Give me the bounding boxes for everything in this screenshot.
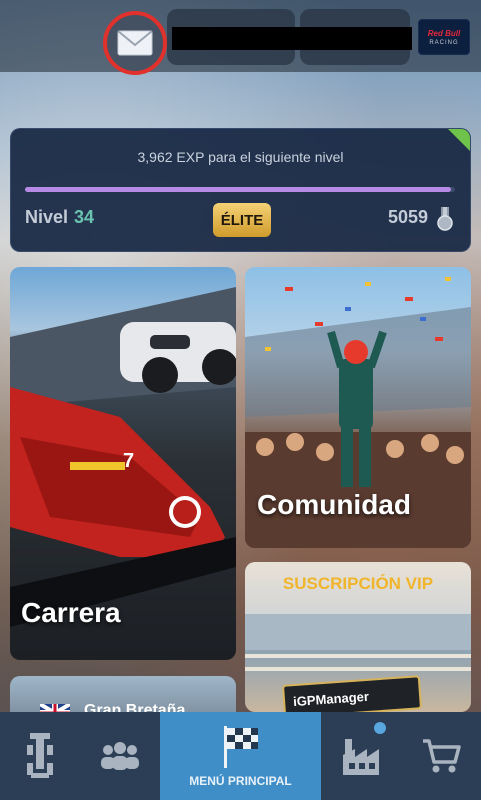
elite-badge[interactable]: ÉLITE <box>213 203 271 237</box>
team-logo-subtext: RACING <box>429 39 459 46</box>
nav-main-label: MENÚ PRINCIPAL <box>189 774 292 788</box>
notification-dot <box>374 722 386 734</box>
community-tile[interactable]: Comunidad <box>245 267 471 548</box>
mail-icon <box>117 30 153 56</box>
people-icon <box>101 742 139 770</box>
vip-title: SUSCRIPCIÓN VIP <box>282 574 434 593</box>
career-title: Carrera <box>21 597 121 628</box>
checkered-flag-icon <box>223 726 258 768</box>
medal-icon <box>437 207 453 231</box>
nav-community[interactable] <box>80 712 160 800</box>
igp-card-brand: iGPManager <box>292 688 370 709</box>
nav-shop[interactable] <box>401 712 481 800</box>
corner-indicator <box>448 129 470 151</box>
career-tile[interactable]: 7 Carrera <box>10 267 236 660</box>
factory-icon <box>343 739 379 775</box>
community-title: Comunidad <box>257 489 411 520</box>
mail-button[interactable] <box>103 11 167 75</box>
nav-facilities[interactable] <box>321 712 401 800</box>
nav-car-setup[interactable] <box>0 712 80 800</box>
nav-main-menu[interactable]: MENÚ PRINCIPAL <box>160 712 321 800</box>
vip-tile[interactable]: SUSCRIPCIÓN VIP iGPManager <box>245 562 471 712</box>
top-bar: Red Bull RACING <box>0 0 481 75</box>
exp-progress-fill <box>25 187 451 192</box>
redacted-username <box>172 27 412 50</box>
team-logo[interactable]: Red Bull RACING <box>418 19 470 55</box>
exp-progress-bar <box>25 187 455 192</box>
shopping-cart-icon <box>423 739 461 773</box>
car-setup-icon <box>27 733 53 778</box>
bottom-navigation: MENÚ PRINCIPAL <box>0 712 481 800</box>
level-label: Nivel 34 <box>25 207 94 228</box>
level-number: 34 <box>74 207 95 227</box>
team-logo-text: Red Bull <box>427 28 461 38</box>
level-text: Nivel <box>25 207 69 227</box>
exp-text: 3,962 EXP para el siguiente nivel <box>137 149 344 165</box>
points-value: 5059 <box>387 207 428 227</box>
level-card[interactable]: 3,962 EXP para el siguiente nivel Nivel 3… <box>10 128 471 252</box>
svg-text:7: 7 <box>123 450 134 472</box>
